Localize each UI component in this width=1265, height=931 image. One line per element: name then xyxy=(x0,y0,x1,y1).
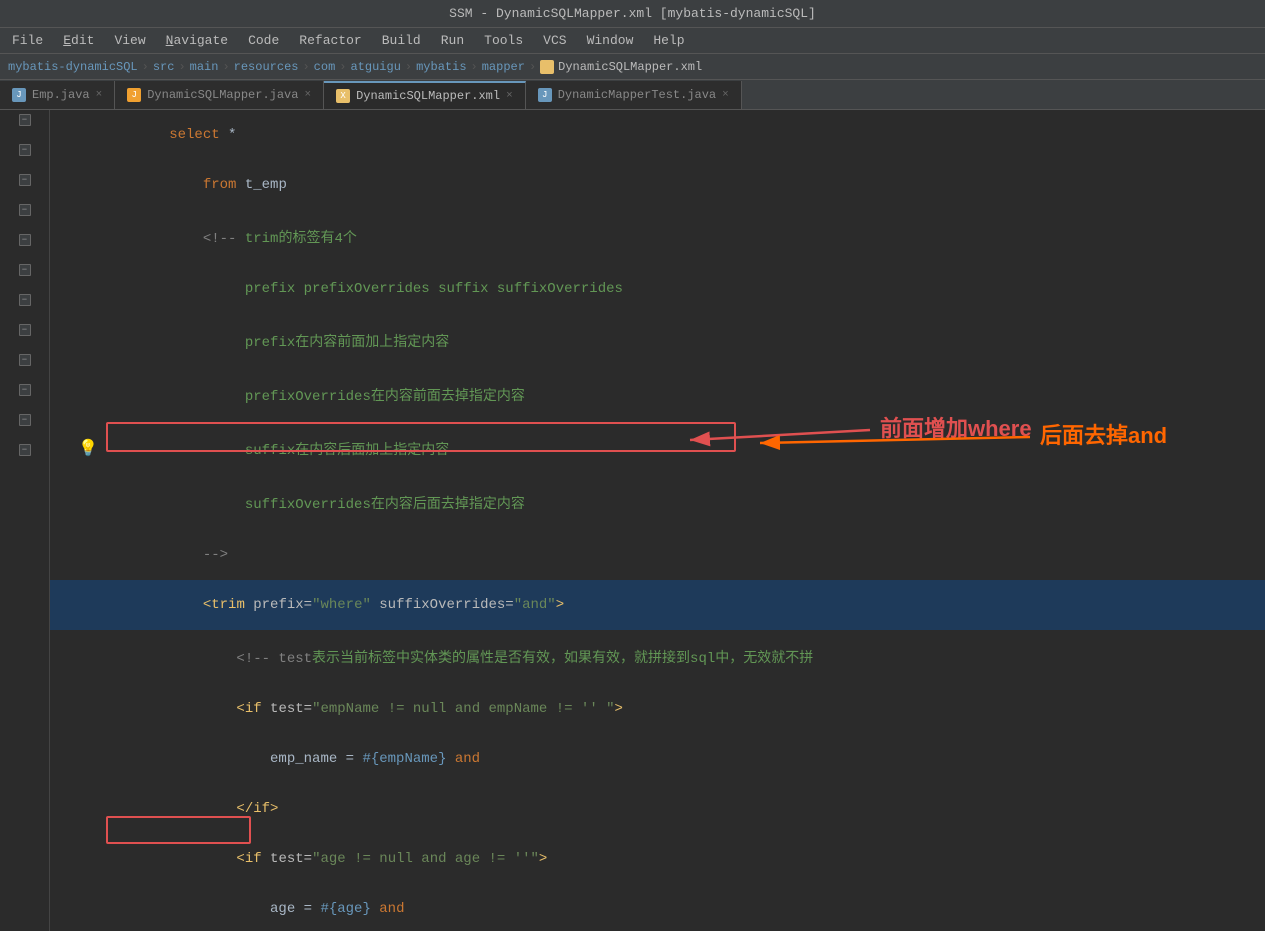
code-line-if1: <if test="empName != null and empName !=… xyxy=(50,684,1265,734)
fold-indicator-2[interactable]: − xyxy=(19,144,31,156)
code-line-if2: <if test="age != null and age != ''"> xyxy=(50,834,1265,884)
code-line-4: prefix prefixOverrides suffix suffixOver… xyxy=(50,264,1265,314)
code-line-2: from t_emp xyxy=(50,160,1265,210)
menu-view[interactable]: View xyxy=(106,31,153,50)
title-bar: SSM - DynamicSQLMapper.xml [mybatis-dyna… xyxy=(0,0,1265,28)
tab-dynamicmappertest[interactable]: J DynamicMapperTest.java × xyxy=(526,81,742,109)
code-line-7: suffix在内容后面加上指定内容 xyxy=(50,422,1265,476)
menu-window[interactable]: Window xyxy=(579,31,642,50)
breadcrumb-main[interactable]: main xyxy=(190,60,219,74)
fold-indicator-6[interactable]: − xyxy=(19,264,31,276)
tab-label-emp: Emp.java xyxy=(32,88,90,102)
fold-indicator-10[interactable]: − xyxy=(19,384,31,396)
tab-icon-test: J xyxy=(538,88,552,102)
menu-edit[interactable]: Edit xyxy=(55,31,102,50)
menu-vcs[interactable]: VCS xyxy=(535,31,574,50)
file-icon-xml xyxy=(540,60,554,74)
code-line-9: --> xyxy=(50,530,1265,580)
code-gutter: − − − − − − − − − − − − xyxy=(0,110,50,931)
menu-build[interactable]: Build xyxy=(374,31,429,50)
breadcrumb-mapper[interactable]: mapper xyxy=(482,60,525,74)
fold-indicator-11[interactable]: − xyxy=(19,414,31,426)
menu-file[interactable]: File xyxy=(4,31,51,50)
fold-indicator-7[interactable]: − xyxy=(19,294,31,306)
breadcrumb: mybatis-dynamicSQL › src › main › resour… xyxy=(0,54,1265,80)
tab-dynamicsqlmapper-java[interactable]: J DynamicSQLMapper.java × xyxy=(115,81,324,109)
code-line-8: suffixOverrides在内容后面去掉指定内容 xyxy=(50,476,1265,530)
tab-icon-mapper-xml: X xyxy=(336,89,350,103)
menu-bar: File Edit View Navigate Code Refactor Bu… xyxy=(0,28,1265,54)
fold-indicator-9[interactable]: − xyxy=(19,354,31,366)
code-line-comment2: <!-- test表示当前标签中实体类的属性是否有效，如果有效，就拼接到sql中… xyxy=(50,630,1265,684)
menu-refactor[interactable]: Refactor xyxy=(291,31,369,50)
code-line-age: age = #{age} and xyxy=(50,884,1265,931)
menu-run[interactable]: Run xyxy=(433,31,472,50)
code-line-3: <!-- trim的标签有4个 xyxy=(50,210,1265,264)
tab-icon-emp: J xyxy=(12,88,26,102)
fold-indicator-5[interactable]: − xyxy=(19,234,31,246)
breadcrumb-project[interactable]: mybatis-dynamicSQL xyxy=(8,60,138,74)
fold-indicator-1[interactable]: − xyxy=(19,114,31,126)
code-editor[interactable]: select * from t_emp <!-- trim的标签有4个 pref… xyxy=(50,110,1265,931)
menu-tools[interactable]: Tools xyxy=(476,31,531,50)
window-title: SSM - DynamicSQLMapper.xml [mybatis-dyna… xyxy=(449,6,816,21)
menu-navigate[interactable]: Navigate xyxy=(158,31,236,50)
code-line-endif1: </if> xyxy=(50,784,1265,834)
hint-bulb-icon[interactable]: 💡 xyxy=(78,438,98,458)
breadcrumb-mybatis[interactable]: mybatis xyxy=(416,60,466,74)
code-line-1: select * xyxy=(50,110,1265,160)
tab-icon-mapper-java: J xyxy=(127,88,141,102)
tab-close-mapper-java[interactable]: × xyxy=(304,89,311,101)
tab-dynamicsqlmapper-xml[interactable]: X DynamicSQLMapper.xml × xyxy=(324,81,526,109)
code-line-6: prefixOverrides在内容前面去掉指定内容 xyxy=(50,368,1265,422)
breadcrumb-resources[interactable]: resources xyxy=(234,60,299,74)
tab-close-test[interactable]: × xyxy=(722,89,729,101)
breadcrumb-src[interactable]: src xyxy=(153,60,175,74)
code-line-5: prefix在内容前面加上指定内容 xyxy=(50,314,1265,368)
breadcrumb-com[interactable]: com xyxy=(314,60,336,74)
fold-indicator-3[interactable]: − xyxy=(19,174,31,186)
fold-indicator-4[interactable]: − xyxy=(19,204,31,216)
menu-code[interactable]: Code xyxy=(240,31,287,50)
main-area: − − − − − − − − − − − − select * from t_… xyxy=(0,110,1265,931)
tab-emp-java[interactable]: J Emp.java × xyxy=(0,81,115,109)
fold-indicator-12[interactable]: − xyxy=(19,444,31,456)
code-line-trim: <trim prefix="where" suffixOverrides="an… xyxy=(50,580,1265,630)
fold-indicator-8[interactable]: − xyxy=(19,324,31,336)
code-line-empname: emp_name = #{empName} and xyxy=(50,734,1265,784)
breadcrumb-file[interactable]: DynamicSQLMapper.xml xyxy=(558,60,702,74)
breadcrumb-atguigu[interactable]: atguigu xyxy=(350,60,400,74)
tab-label-test: DynamicMapperTest.java xyxy=(558,88,716,102)
tabs-bar: J Emp.java × J DynamicSQLMapper.java × X… xyxy=(0,80,1265,110)
tab-label-mapper-xml: DynamicSQLMapper.xml xyxy=(356,89,500,103)
tab-label-mapper-java: DynamicSQLMapper.java xyxy=(147,88,298,102)
menu-help[interactable]: Help xyxy=(645,31,692,50)
tab-close-emp[interactable]: × xyxy=(96,89,103,101)
tab-close-mapper-xml[interactable]: × xyxy=(506,90,513,102)
